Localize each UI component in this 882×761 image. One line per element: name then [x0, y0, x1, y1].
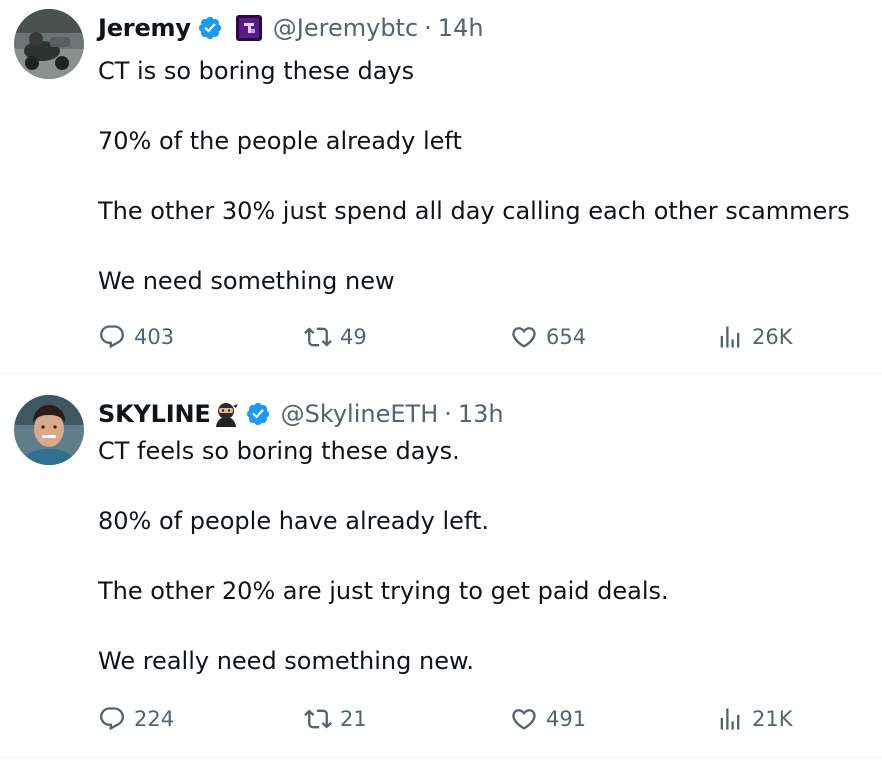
tweet-actions: 224 21 491 21K: [98, 702, 818, 736]
reply-button[interactable]: 403: [98, 320, 174, 354]
like-button[interactable]: 654: [510, 320, 586, 354]
timestamp[interactable]: 13h: [458, 400, 504, 428]
tweet-paragraph: We need something new: [98, 267, 395, 295]
avatar[interactable]: [14, 9, 84, 79]
verified-badge-icon: [198, 16, 221, 40]
separator-dot: ·: [424, 14, 432, 42]
retweet-icon: [304, 709, 332, 729]
avatar-photo-icon: [14, 9, 84, 79]
author-handle[interactable]: @SkylineETH: [281, 400, 439, 428]
tweet-paragraph: CT is so boring these days: [98, 57, 415, 85]
views-chart-icon: [720, 326, 740, 348]
tweet-paragraph: The other 30% just spend all day calling…: [98, 197, 850, 225]
author-name[interactable]: Jeremy: [98, 14, 191, 42]
like-count: 654: [546, 325, 587, 349]
views-button[interactable]: 21K: [716, 702, 793, 736]
author-name[interactable]: SKYLINE: [98, 400, 211, 428]
tweet[interactable]: Jeremy @Jeremybtc · 14h CT is so boring …: [0, 0, 882, 374]
tweet-actions: 403 49 654 26K: [98, 320, 818, 354]
tweet-text: CT feels so boring these days. 80% of pe…: [98, 436, 669, 716]
reply-icon: [100, 325, 124, 349]
tweet-paragraph: 70% of the people already left: [98, 127, 462, 155]
tweet-feed: Jeremy @Jeremybtc · 14h CT is so boring …: [0, 0, 882, 761]
views-count: 21K: [752, 707, 793, 731]
tweet-header: Jeremy @Jeremybtc · 14h: [98, 10, 484, 46]
separator-dot: ·: [444, 400, 452, 428]
tweet-paragraph: CT feels so boring these days.: [98, 437, 460, 465]
verified-badge-icon: [246, 402, 269, 426]
ninja-emoji-icon: [215, 403, 238, 427]
retweet-icon: [304, 327, 332, 347]
tweet-paragraph: The other 20% are just trying to get pai…: [98, 577, 669, 605]
retweet-button[interactable]: 49: [304, 320, 367, 354]
views-button[interactable]: 26K: [716, 320, 793, 354]
reply-count: 403: [134, 325, 175, 349]
tweet-text: CT is so boring these days 70% of the pe…: [98, 56, 850, 336]
tweet-paragraph: We really need something new.: [98, 647, 475, 675]
reply-icon: [100, 707, 124, 731]
retweet-button[interactable]: 21: [304, 702, 367, 736]
avatar-photo-icon: [14, 395, 84, 465]
like-count: 491: [546, 707, 587, 731]
author-handle[interactable]: @Jeremybtc: [273, 14, 418, 42]
tweet-paragraph: 80% of people have already left.: [98, 507, 489, 535]
retweet-count: 49: [340, 325, 367, 349]
reply-count: 224: [134, 707, 175, 731]
heart-icon: [512, 327, 536, 348]
heart-icon: [512, 709, 536, 730]
views-count: 26K: [752, 325, 793, 349]
tweet-header: SKYLINE @SkylineETH · 13h: [98, 396, 504, 432]
views-chart-icon: [720, 708, 740, 730]
like-button[interactable]: 491: [510, 702, 586, 736]
purple-affiliate-badge-icon: [235, 15, 262, 41]
reply-button[interactable]: 224: [98, 702, 174, 736]
timestamp[interactable]: 14h: [438, 14, 484, 42]
retweet-count: 21: [340, 707, 367, 731]
avatar[interactable]: [14, 395, 84, 465]
tweet[interactable]: SKYLINE @SkylineETH · 13h CT feels so bo…: [0, 374, 882, 758]
